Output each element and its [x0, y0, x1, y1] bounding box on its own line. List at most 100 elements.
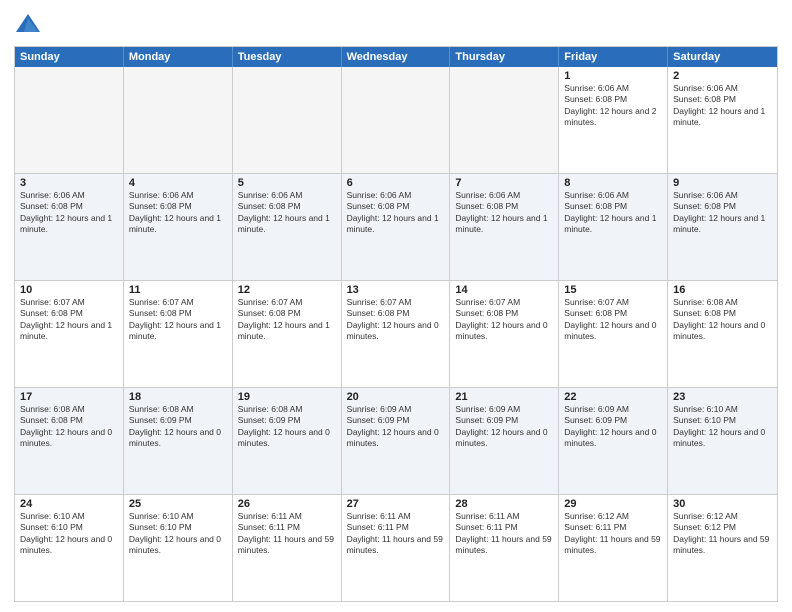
cell-info: Sunrise: 6:06 AM Sunset: 6:08 PM Dayligh…	[238, 190, 336, 236]
day-number: 14	[455, 284, 553, 296]
day-number: 8	[564, 177, 662, 189]
calendar-row: 24Sunrise: 6:10 AM Sunset: 6:10 PM Dayli…	[15, 494, 777, 601]
day-number: 25	[129, 498, 227, 510]
cell-info: Sunrise: 6:06 AM Sunset: 6:08 PM Dayligh…	[564, 190, 662, 236]
calendar-cell: 2Sunrise: 6:06 AM Sunset: 6:08 PM Daylig…	[668, 67, 777, 173]
cell-info: Sunrise: 6:06 AM Sunset: 6:08 PM Dayligh…	[20, 190, 118, 236]
calendar-row: 3Sunrise: 6:06 AM Sunset: 6:08 PM Daylig…	[15, 173, 777, 280]
calendar-cell: 9Sunrise: 6:06 AM Sunset: 6:08 PM Daylig…	[668, 174, 777, 280]
cell-info: Sunrise: 6:08 AM Sunset: 6:09 PM Dayligh…	[238, 404, 336, 450]
page: SundayMondayTuesdayWednesdayThursdayFrid…	[0, 0, 792, 612]
calendar-cell: 17Sunrise: 6:08 AM Sunset: 6:08 PM Dayli…	[15, 388, 124, 494]
day-number: 19	[238, 391, 336, 403]
weekday-header: Friday	[559, 47, 668, 67]
calendar-cell: 18Sunrise: 6:08 AM Sunset: 6:09 PM Dayli…	[124, 388, 233, 494]
day-number: 5	[238, 177, 336, 189]
day-number: 6	[347, 177, 445, 189]
cell-info: Sunrise: 6:07 AM Sunset: 6:08 PM Dayligh…	[238, 297, 336, 343]
cell-info: Sunrise: 6:10 AM Sunset: 6:10 PM Dayligh…	[20, 511, 118, 557]
cell-info: Sunrise: 6:06 AM Sunset: 6:08 PM Dayligh…	[347, 190, 445, 236]
header	[14, 10, 778, 38]
day-number: 4	[129, 177, 227, 189]
cell-info: Sunrise: 6:06 AM Sunset: 6:08 PM Dayligh…	[564, 83, 662, 129]
day-number: 30	[673, 498, 772, 510]
cell-info: Sunrise: 6:07 AM Sunset: 6:08 PM Dayligh…	[347, 297, 445, 343]
cell-info: Sunrise: 6:08 AM Sunset: 6:08 PM Dayligh…	[673, 297, 772, 343]
cell-info: Sunrise: 6:09 AM Sunset: 6:09 PM Dayligh…	[347, 404, 445, 450]
calendar-header: SundayMondayTuesdayWednesdayThursdayFrid…	[15, 47, 777, 67]
calendar-cell: 30Sunrise: 6:12 AM Sunset: 6:12 PM Dayli…	[668, 495, 777, 601]
calendar-cell: 6Sunrise: 6:06 AM Sunset: 6:08 PM Daylig…	[342, 174, 451, 280]
day-number: 7	[455, 177, 553, 189]
day-number: 26	[238, 498, 336, 510]
weekday-header: Sunday	[15, 47, 124, 67]
logo-icon	[14, 10, 42, 38]
calendar-cell: 29Sunrise: 6:12 AM Sunset: 6:11 PM Dayli…	[559, 495, 668, 601]
calendar-cell: 3Sunrise: 6:06 AM Sunset: 6:08 PM Daylig…	[15, 174, 124, 280]
day-number: 1	[564, 70, 662, 82]
calendar-cell: 5Sunrise: 6:06 AM Sunset: 6:08 PM Daylig…	[233, 174, 342, 280]
cell-info: Sunrise: 6:11 AM Sunset: 6:11 PM Dayligh…	[347, 511, 445, 557]
cell-info: Sunrise: 6:06 AM Sunset: 6:08 PM Dayligh…	[129, 190, 227, 236]
weekday-header: Wednesday	[342, 47, 451, 67]
calendar-row: 1Sunrise: 6:06 AM Sunset: 6:08 PM Daylig…	[15, 67, 777, 173]
day-number: 23	[673, 391, 772, 403]
cell-info: Sunrise: 6:07 AM Sunset: 6:08 PM Dayligh…	[129, 297, 227, 343]
weekday-header: Saturday	[668, 47, 777, 67]
day-number: 9	[673, 177, 772, 189]
day-number: 2	[673, 70, 772, 82]
calendar-cell: 24Sunrise: 6:10 AM Sunset: 6:10 PM Dayli…	[15, 495, 124, 601]
weekday-header: Tuesday	[233, 47, 342, 67]
cell-info: Sunrise: 6:10 AM Sunset: 6:10 PM Dayligh…	[673, 404, 772, 450]
calendar: SundayMondayTuesdayWednesdayThursdayFrid…	[14, 46, 778, 602]
day-number: 24	[20, 498, 118, 510]
calendar-row: 10Sunrise: 6:07 AM Sunset: 6:08 PM Dayli…	[15, 280, 777, 387]
calendar-cell: 20Sunrise: 6:09 AM Sunset: 6:09 PM Dayli…	[342, 388, 451, 494]
cell-info: Sunrise: 6:08 AM Sunset: 6:09 PM Dayligh…	[129, 404, 227, 450]
calendar-cell: 10Sunrise: 6:07 AM Sunset: 6:08 PM Dayli…	[15, 281, 124, 387]
calendar-body: 1Sunrise: 6:06 AM Sunset: 6:08 PM Daylig…	[15, 67, 777, 601]
cell-info: Sunrise: 6:11 AM Sunset: 6:11 PM Dayligh…	[455, 511, 553, 557]
weekday-header: Thursday	[450, 47, 559, 67]
calendar-cell: 7Sunrise: 6:06 AM Sunset: 6:08 PM Daylig…	[450, 174, 559, 280]
day-number: 3	[20, 177, 118, 189]
day-number: 22	[564, 391, 662, 403]
day-number: 17	[20, 391, 118, 403]
calendar-cell: 16Sunrise: 6:08 AM Sunset: 6:08 PM Dayli…	[668, 281, 777, 387]
day-number: 27	[347, 498, 445, 510]
day-number: 12	[238, 284, 336, 296]
calendar-cell: 13Sunrise: 6:07 AM Sunset: 6:08 PM Dayli…	[342, 281, 451, 387]
calendar-row: 17Sunrise: 6:08 AM Sunset: 6:08 PM Dayli…	[15, 387, 777, 494]
day-number: 10	[20, 284, 118, 296]
calendar-cell: 11Sunrise: 6:07 AM Sunset: 6:08 PM Dayli…	[124, 281, 233, 387]
day-number: 20	[347, 391, 445, 403]
calendar-cell	[15, 67, 124, 173]
calendar-cell	[233, 67, 342, 173]
weekday-header: Monday	[124, 47, 233, 67]
day-number: 28	[455, 498, 553, 510]
cell-info: Sunrise: 6:06 AM Sunset: 6:08 PM Dayligh…	[673, 83, 772, 129]
day-number: 18	[129, 391, 227, 403]
calendar-cell: 22Sunrise: 6:09 AM Sunset: 6:09 PM Dayli…	[559, 388, 668, 494]
cell-info: Sunrise: 6:09 AM Sunset: 6:09 PM Dayligh…	[564, 404, 662, 450]
cell-info: Sunrise: 6:11 AM Sunset: 6:11 PM Dayligh…	[238, 511, 336, 557]
day-number: 21	[455, 391, 553, 403]
cell-info: Sunrise: 6:07 AM Sunset: 6:08 PM Dayligh…	[564, 297, 662, 343]
calendar-cell: 14Sunrise: 6:07 AM Sunset: 6:08 PM Dayli…	[450, 281, 559, 387]
calendar-cell: 21Sunrise: 6:09 AM Sunset: 6:09 PM Dayli…	[450, 388, 559, 494]
day-number: 16	[673, 284, 772, 296]
cell-info: Sunrise: 6:12 AM Sunset: 6:11 PM Dayligh…	[564, 511, 662, 557]
cell-info: Sunrise: 6:12 AM Sunset: 6:12 PM Dayligh…	[673, 511, 772, 557]
cell-info: Sunrise: 6:06 AM Sunset: 6:08 PM Dayligh…	[673, 190, 772, 236]
calendar-cell	[450, 67, 559, 173]
calendar-cell: 26Sunrise: 6:11 AM Sunset: 6:11 PM Dayli…	[233, 495, 342, 601]
calendar-cell: 12Sunrise: 6:07 AM Sunset: 6:08 PM Dayli…	[233, 281, 342, 387]
calendar-cell: 1Sunrise: 6:06 AM Sunset: 6:08 PM Daylig…	[559, 67, 668, 173]
calendar-cell: 4Sunrise: 6:06 AM Sunset: 6:08 PM Daylig…	[124, 174, 233, 280]
day-number: 29	[564, 498, 662, 510]
logo	[14, 10, 46, 38]
calendar-cell: 23Sunrise: 6:10 AM Sunset: 6:10 PM Dayli…	[668, 388, 777, 494]
cell-info: Sunrise: 6:07 AM Sunset: 6:08 PM Dayligh…	[20, 297, 118, 343]
calendar-cell	[342, 67, 451, 173]
day-number: 13	[347, 284, 445, 296]
